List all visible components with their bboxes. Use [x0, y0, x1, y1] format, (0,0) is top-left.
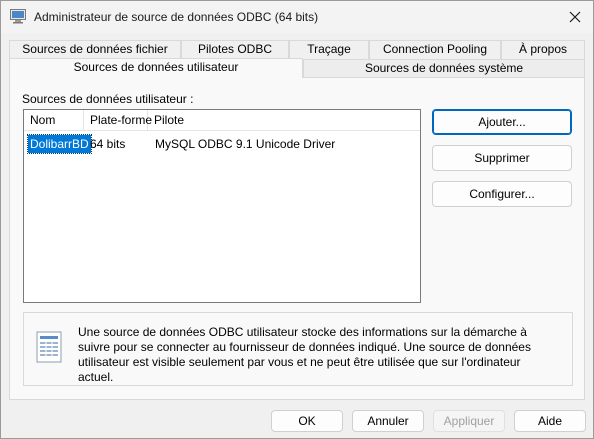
ok-button[interactable]: OK	[271, 410, 343, 432]
column-header-platform[interactable]: Plate-forme	[84, 110, 152, 131]
close-button[interactable]	[561, 5, 589, 29]
configure-button[interactable]: Configurer...	[432, 181, 572, 207]
close-icon	[569, 11, 581, 23]
add-button[interactable]: Ajouter...	[432, 109, 572, 135]
dsn-name-cell[interactable]: DolibarrBD	[27, 134, 92, 154]
help-button[interactable]: Aide	[514, 410, 586, 432]
datasource-document-icon	[34, 330, 64, 364]
user-dsn-list[interactable]: Nom Plate-forme Pilote DolibarrBD 64 bit…	[23, 109, 421, 303]
title-bar: Administrateur de source de données ODBC…	[1, 1, 593, 33]
dsn-driver-cell: MySQL ODBC 9.1 Unicode Driver	[155, 137, 336, 151]
info-box: Une source de données ODBC utilisateur s…	[23, 312, 573, 386]
list-item[interactable]: DolibarrBD 64 bits MySQL ODBC 9.1 Unicod…	[24, 134, 420, 154]
cancel-button[interactable]: Annuler	[352, 410, 424, 432]
dsn-platform-cell: 64 bits	[90, 137, 126, 151]
info-description: Une source de données ODBC utilisateur s…	[78, 325, 531, 384]
odbc-admin-window: Administrateur de source de données ODBC…	[0, 0, 594, 439]
tab-tracing[interactable]: Traçage	[289, 40, 369, 59]
remove-button[interactable]: Supprimer	[432, 145, 572, 171]
tab-about[interactable]: À propos	[501, 40, 585, 59]
column-header-name[interactable]: Nom	[24, 110, 84, 131]
tab-file-dsn[interactable]: Sources de données fichier	[9, 40, 181, 59]
tab-connection-pooling[interactable]: Connection Pooling	[369, 40, 501, 59]
apply-button[interactable]: Appliquer	[433, 410, 505, 432]
list-header: Nom Plate-forme Pilote	[24, 110, 420, 131]
odbc-window-icon	[10, 9, 26, 24]
tab-user-dsn[interactable]: Sources de données utilisateur	[9, 58, 303, 78]
tab-odbc-drivers[interactable]: Pilotes ODBC	[181, 40, 289, 59]
window-title: Administrateur de source de données ODBC…	[34, 10, 319, 24]
user-dsn-list-label: Sources de données utilisateur :	[22, 92, 194, 106]
tab-system-dsn[interactable]: Sources de données système	[303, 59, 585, 78]
column-header-driver[interactable]: Pilote	[148, 110, 420, 131]
